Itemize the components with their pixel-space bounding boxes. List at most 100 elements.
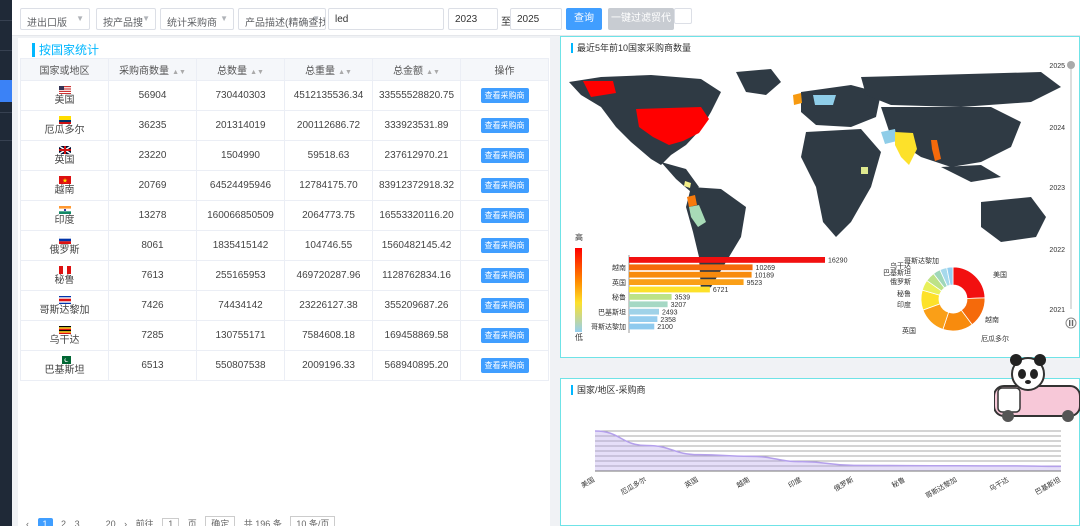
weight-cell: 200112686.72: [284, 110, 373, 141]
year-from-input[interactable]: 2023: [448, 8, 498, 30]
confirm-page-button[interactable]: 确定: [205, 516, 236, 526]
view-buyers-button[interactable]: 查看采购商: [480, 148, 529, 163]
view-buyers-button[interactable]: 查看采购商: [480, 88, 529, 103]
x-tick-label: 巴基斯坦: [1033, 475, 1062, 497]
page-last-button[interactable]: 20: [106, 519, 116, 526]
view-buyers-button[interactable]: 查看采购商: [480, 328, 529, 343]
keyword-input[interactable]: led: [328, 8, 444, 30]
quantity-cell: 130755171: [196, 320, 285, 351]
action-cell: 查看采购商: [460, 170, 549, 201]
quantity-cell: 74434142: [196, 290, 285, 321]
page-3-button[interactable]: 3: [75, 519, 80, 526]
action-cell: 查看采购商: [460, 110, 549, 141]
stat-mode-select[interactable]: 统计采购商 ▼: [160, 8, 234, 30]
x-tick-label: 厄瓜多尔: [619, 475, 648, 497]
view-buyers-button[interactable]: 查看采购商: [480, 118, 529, 133]
timeline-handle: [1067, 61, 1075, 69]
chevron-down-icon: ▼: [76, 14, 84, 23]
map-russia-highlight: [813, 95, 836, 105]
goto-page-input[interactable]: 1: [162, 518, 180, 526]
map-greenland: [736, 69, 781, 95]
query-button[interactable]: 查询: [566, 8, 602, 30]
bar-category-label: 秘鲁: [612, 293, 626, 302]
table-row: 哥斯达黎加 7426 74434142 23226127.38 355209687.26…: [20, 290, 549, 321]
country-name: 印度: [54, 214, 75, 226]
buyers-cell: 36235: [108, 110, 197, 141]
timeline-year-label: 2024: [1049, 125, 1065, 132]
amount-cell: 83912372918.32: [372, 170, 461, 201]
view-buyers-button[interactable]: 查看采购商: [480, 298, 529, 313]
panda-mascot[interactable]: [994, 334, 1080, 422]
country-cell: 俄罗斯: [20, 230, 109, 261]
top-countries-donut-chart: 美国越南厄瓜多尔英国印度秘鲁俄罗斯巴基斯坦乌干达哥斯达黎加: [883, 256, 1009, 343]
year-to-input[interactable]: 2025: [510, 8, 562, 30]
action-cell: 查看采购商: [460, 80, 549, 111]
page-ellipsis[interactable]: …: [88, 519, 97, 526]
pagination: ‹ 1 2 3 … 20 › 前往 1 页 确定 共 196 条 10 条/页: [26, 516, 341, 526]
product-dimension-select[interactable]: 按产品搜 ▼: [96, 8, 156, 30]
table-row: 印度 13278 160066850509 2064773.75 16553320116…: [20, 200, 549, 231]
country-cell: 厄瓜多尔: [20, 110, 109, 141]
product-dimension-value: 按产品搜: [103, 18, 143, 29]
donut-label: 英国: [902, 326, 916, 335]
table-row: 秘鲁 7613 255165953 469720287.96 1128762834.16…: [20, 260, 549, 291]
column-header-quantity[interactable]: 总数量 ▲▼: [196, 58, 285, 81]
rail-divider: [0, 140, 12, 141]
top-countries-bar-chart: 16290 10269 越南 101899523 英国 6721 3539 秘鲁 3207249…: [591, 255, 848, 333]
next-page-button[interactable]: ›: [124, 519, 127, 526]
donut-label: 印度: [897, 300, 911, 309]
keyword-value: led: [335, 14, 349, 25]
country-cell: 哥斯达黎加: [20, 290, 109, 321]
amount-cell: 1560482145.42: [372, 230, 461, 261]
map-uganda: [861, 167, 868, 174]
quantity-cell: 255165953: [196, 260, 285, 291]
view-buyers-button[interactable]: 查看采购商: [480, 358, 529, 373]
column-header-country: 国家或地区: [20, 58, 109, 81]
column-header-weight[interactable]: 总重量 ▲▼: [284, 58, 373, 81]
flag-icon: [21, 85, 108, 94]
country-name: 巴基斯坦: [44, 364, 85, 376]
bar-mark: [629, 294, 672, 300]
bar-mark: [629, 257, 825, 263]
view-buyers-button[interactable]: 查看采购商: [480, 238, 529, 253]
action-cell: 查看采购商: [460, 290, 549, 321]
x-tick-label: 印度: [786, 475, 803, 490]
filter-agents-toggle[interactable]: [674, 8, 692, 24]
weight-cell: 469720287.96: [284, 260, 373, 291]
donut-label: 秘鲁: [897, 289, 911, 298]
weight-cell: 59518.63: [284, 140, 373, 171]
bar-value-label: 9523: [747, 280, 763, 287]
view-buyers-button[interactable]: 查看采购商: [480, 178, 529, 193]
prev-page-button[interactable]: ‹: [26, 519, 29, 526]
buyers-cell: 7613: [108, 260, 197, 291]
page-1-button[interactable]: 1: [37, 518, 53, 526]
action-cell: 查看采购商: [460, 200, 549, 231]
view-buyers-button[interactable]: 查看采购商: [480, 268, 529, 283]
view-buyers-button[interactable]: 查看采购商: [480, 208, 529, 223]
bar-mark: [629, 308, 659, 315]
column-header-buyers[interactable]: 采购商数量 ▲▼: [108, 58, 197, 81]
year-from-value: 2023: [455, 14, 478, 25]
filter-bar: 进出口版 ▼ 按产品搜 ▼ 统计采购商 ▼ 产品描述(精确查找) ▼ led 2…: [12, 0, 1080, 36]
timeline-years: 2025 2024 2023 2022 2021: [1049, 63, 1065, 314]
timeline-year-label: 2022: [1049, 247, 1065, 254]
quantity-cell: 730440303: [196, 80, 285, 111]
rail-active-indicator[interactable]: [0, 80, 12, 102]
column-header-amount[interactable]: 总金额 ▲▼: [372, 58, 461, 81]
timeline-year-label: 2021: [1049, 307, 1065, 314]
country-cell: 秘鲁: [20, 260, 109, 291]
x-tick-label: 英国: [683, 475, 700, 490]
amount-cell: 33555528820.75: [372, 80, 461, 111]
pause-icon: [1065, 317, 1077, 329]
flag-icon: [21, 115, 108, 124]
bar-value-label: 3207: [671, 302, 687, 309]
filter-agents-button[interactable]: 一键过滤贸代: [608, 8, 674, 30]
flag-icon: [21, 205, 108, 214]
bar-category-label: 哥斯达黎加: [591, 322, 626, 331]
buyers-cell: 7285: [108, 320, 197, 351]
description-mode-select[interactable]: 产品描述(精确查找) ▼: [238, 8, 326, 30]
port-select[interactable]: 进出口版 ▼: [20, 8, 90, 30]
bar-category-label: 英国: [612, 278, 626, 287]
page-size-select[interactable]: 10 条/页: [290, 516, 336, 526]
page-2-button[interactable]: 2: [61, 519, 66, 526]
